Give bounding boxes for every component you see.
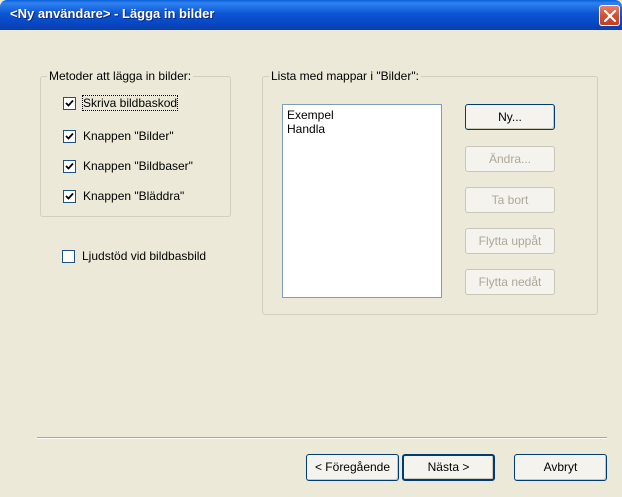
checkmark-icon xyxy=(65,132,74,140)
next-button[interactable]: Nästa > xyxy=(402,454,495,481)
list-item[interactable]: Handla xyxy=(287,122,325,136)
checkbox-ljudstod[interactable] xyxy=(62,250,75,263)
previous-button-label: < Föregående xyxy=(314,460,391,474)
footer-separator xyxy=(37,437,607,439)
cancel-button-label: Avbryt xyxy=(543,460,578,474)
checkbox-bilder[interactable] xyxy=(63,130,76,143)
checkbox-bladdra[interactable] xyxy=(63,190,76,203)
checkbox-label: Skriva bildbaskod xyxy=(81,95,179,111)
next-button-label: Nästa > xyxy=(427,460,470,474)
change-button-label: Ändra... xyxy=(488,152,532,166)
title-bar[interactable]: <Ny användare> - Lägga in bilder xyxy=(0,0,622,30)
close-button[interactable] xyxy=(599,5,620,26)
remove-button[interactable]: Ta bort xyxy=(465,187,555,213)
move-up-button[interactable]: Flytta uppåt xyxy=(465,228,555,254)
move-down-button-label: Flytta nedåt xyxy=(478,275,542,289)
new-button-label: Ny... xyxy=(498,110,522,124)
new-button[interactable]: Ny... xyxy=(465,104,555,130)
remove-button-label: Ta bort xyxy=(491,193,529,207)
window-title: <Ny användare> - Lägga in bilder xyxy=(10,6,215,21)
move-down-button[interactable]: Flytta nedåt xyxy=(465,269,555,295)
checkbox-label: Knappen "Bildbaser" xyxy=(83,159,193,173)
checkmark-icon xyxy=(65,99,74,107)
checkbox-bildbaskod[interactable] xyxy=(63,97,76,110)
close-icon xyxy=(604,10,616,22)
checkbox-label: Knappen "Bilder" xyxy=(83,129,174,143)
list-item[interactable]: Exempel xyxy=(287,108,334,122)
cancel-button[interactable]: Avbryt xyxy=(514,454,607,481)
previous-button[interactable]: < Föregående xyxy=(306,454,399,481)
methods-groupbox: Metoder att lägga in bilder: Skriva bild… xyxy=(40,69,231,217)
checkbox-bildbaser[interactable] xyxy=(63,160,76,173)
folder-listbox[interactable]: Exempel Handla xyxy=(282,104,442,298)
checkmark-icon xyxy=(65,162,74,170)
checkmark-icon xyxy=(65,192,74,200)
folders-group-legend: Lista med mappar i "Bilder": xyxy=(269,69,421,83)
checkbox-label: Knappen "Bläddra" xyxy=(83,189,185,203)
methods-group-legend: Metoder att lägga in bilder: xyxy=(47,69,194,83)
change-button[interactable]: Ändra... xyxy=(465,146,555,172)
move-up-button-label: Flytta uppåt xyxy=(478,234,542,248)
checkbox-label: Ljudstöd vid bildbasbild xyxy=(82,249,207,263)
